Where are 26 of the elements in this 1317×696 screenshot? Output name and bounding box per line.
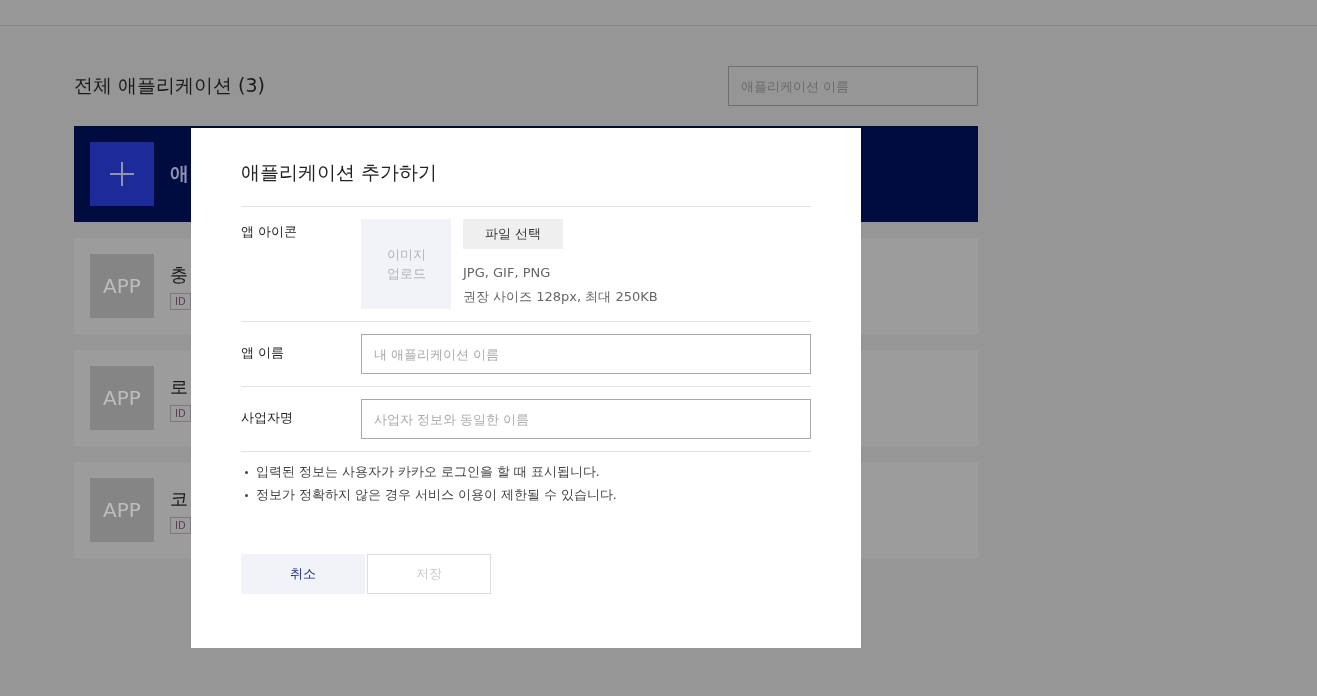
bullet-icon xyxy=(245,471,248,474)
note-text: 정보가 정확하지 않은 경우 서비스 이용이 제한될 수 있습니다. xyxy=(256,487,617,504)
note-text: 입력된 정보는 사용자가 카카오 로그인을 할 때 표시됩니다. xyxy=(256,464,600,481)
format-hint: JPG, GIF, PNG xyxy=(463,264,551,282)
text-input[interactable]: 사업자 정보와 동일한 이름 xyxy=(361,399,811,439)
dialog-title: 애플리케이션 추가하기 xyxy=(241,160,811,207)
add-app-label: 애 xyxy=(170,161,189,186)
app-name: 로 xyxy=(170,374,188,399)
app-id-tag: ID xyxy=(170,292,191,310)
app-id-tag: ID xyxy=(170,516,191,534)
app-id-tag: ID xyxy=(170,404,191,422)
plus-icon xyxy=(90,142,154,206)
app-icon-label: APP xyxy=(103,386,141,410)
app-name: 충 xyxy=(170,262,188,287)
field-label: 앱 아이콘 xyxy=(241,223,299,241)
file-select-button[interactable]: 파일 선택 xyxy=(463,219,563,249)
bullet-icon xyxy=(245,494,248,497)
text-input[interactable]: 내 애플리케이션 이름 xyxy=(361,334,811,374)
app-name: 코 xyxy=(170,486,188,511)
dialog-button[interactable]: 취소 xyxy=(241,554,365,594)
app-icon-label: APP xyxy=(103,274,141,298)
field-label: 사업자명 xyxy=(241,409,294,427)
app-icon-label: APP xyxy=(103,498,141,522)
page-title: 전체 애플리케이션 (3) xyxy=(74,73,265,98)
field-label: 앱 이름 xyxy=(241,344,286,362)
size-hint: 권장 사이즈 128px, 최대 250KB xyxy=(463,288,658,306)
